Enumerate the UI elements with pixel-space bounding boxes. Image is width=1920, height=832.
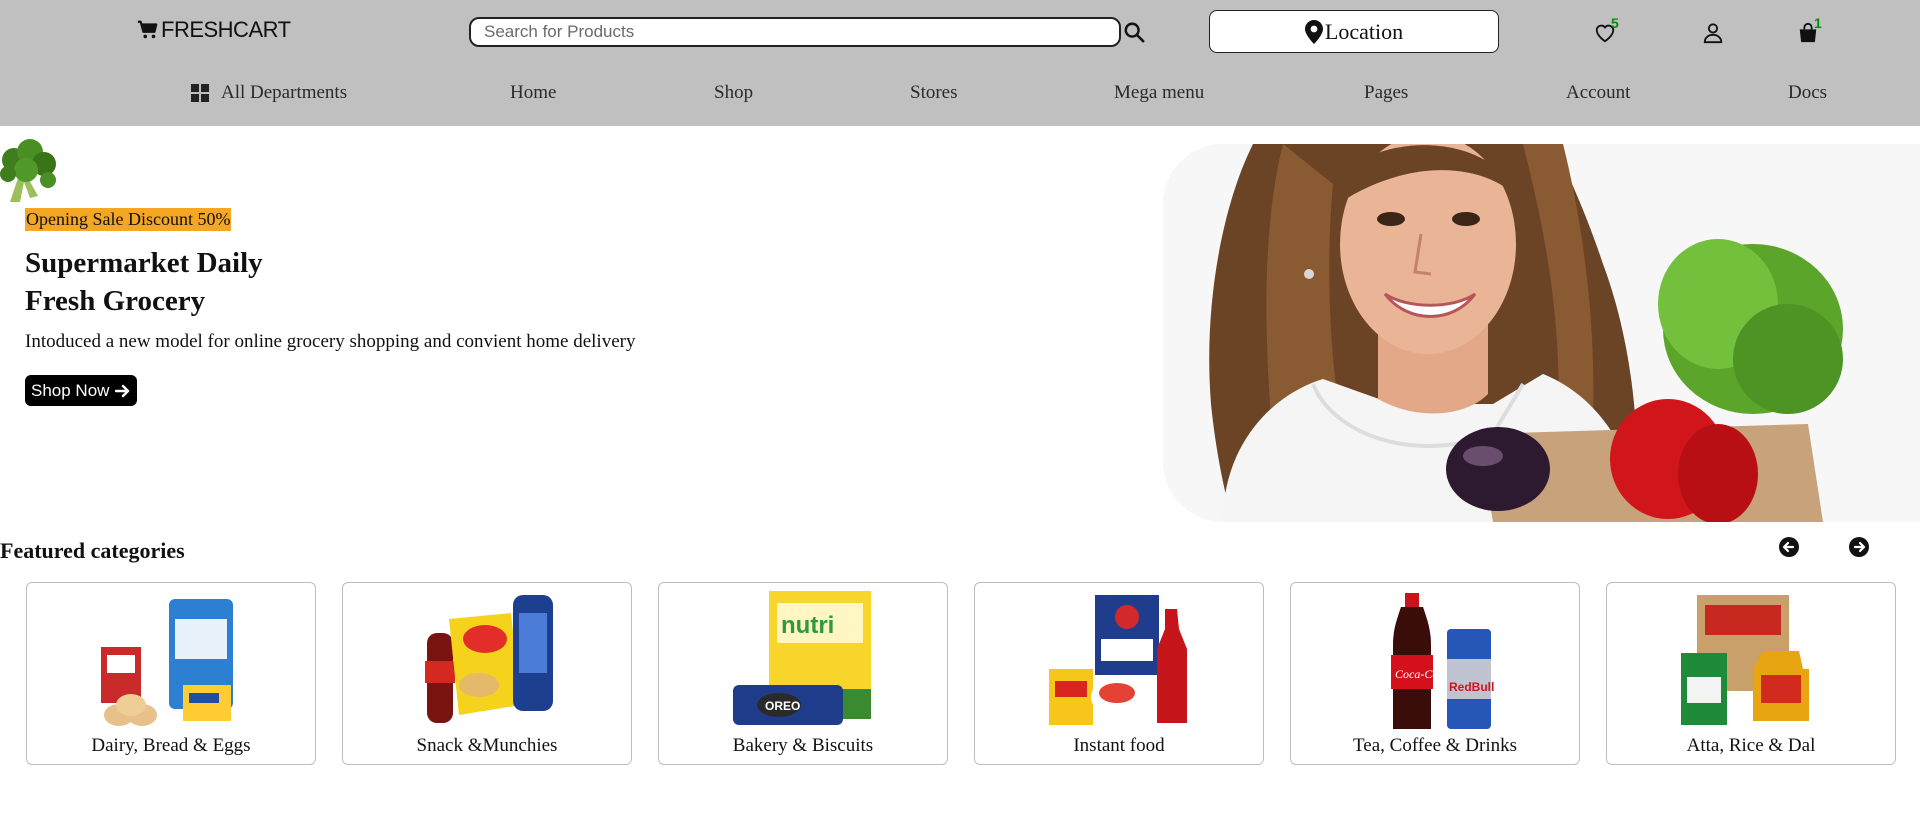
user-icon bbox=[1703, 23, 1723, 44]
hero-title: Supermarket Daily Fresh Grocery bbox=[25, 244, 263, 320]
category-card[interactable]: Atta, Rice & Dal bbox=[1606, 582, 1896, 765]
hero-title-line-1: Supermarket Daily bbox=[25, 247, 263, 279]
category-card[interactable]: Instant food bbox=[974, 582, 1264, 765]
grid-icon bbox=[191, 84, 209, 102]
category-label: Dairy, Bread & Eggs bbox=[91, 735, 251, 756]
arrow-right-icon bbox=[115, 384, 130, 397]
cart-button[interactable]: 1 bbox=[1797, 15, 1827, 46]
wishlist-button[interactable]: 5 bbox=[1594, 15, 1624, 46]
featured-categories-title: Featured categories bbox=[0, 538, 185, 563]
svg-text:nutri: nutri bbox=[781, 612, 834, 639]
category-card[interactable]: Dairy, Bread & Eggs bbox=[26, 582, 316, 765]
shop-now-label: Shop Now bbox=[31, 380, 110, 400]
woman-with-groceries-image bbox=[1163, 144, 1920, 522]
hero-image bbox=[1163, 144, 1920, 522]
carousel-prev-button[interactable] bbox=[1778, 536, 1800, 558]
shop-now-button[interactable]: Shop Now bbox=[25, 375, 138, 406]
nav-home[interactable]: Home bbox=[510, 82, 556, 104]
svg-text:Coca-Cola: Coca-Cola bbox=[1395, 667, 1448, 681]
cart-count-badge: 1 bbox=[1814, 15, 1822, 31]
nav-docs[interactable]: Docs bbox=[1788, 82, 1827, 104]
nav-shop[interactable]: Shop bbox=[714, 82, 753, 104]
logo-text: FRESHCART bbox=[161, 17, 291, 42]
category-card[interactable]: Coca-Cola RedBull Tea, Coffee & Drinks bbox=[1290, 582, 1580, 765]
category-card[interactable]: nutri OREO Bakery & Biscuits bbox=[658, 582, 948, 765]
cart-logo-icon bbox=[137, 20, 158, 39]
category-label: Bakery & Biscuits bbox=[732, 735, 874, 756]
main-navigation: All Departments Home Shop Stores Mega me… bbox=[0, 80, 1920, 110]
map-pin-icon bbox=[1304, 19, 1323, 44]
svg-text:OREO: OREO bbox=[765, 699, 800, 713]
hero-description: Intoduced a new model for online grocery… bbox=[25, 331, 636, 352]
category-label: Tea, Coffee & Drinks bbox=[1353, 735, 1517, 756]
location-label: Location bbox=[1324, 18, 1404, 44]
instant-food-image bbox=[1049, 595, 1187, 725]
nav-pages[interactable]: Pages bbox=[1364, 82, 1408, 104]
dairy-products-image bbox=[101, 599, 233, 726]
broccoli-image bbox=[0, 139, 56, 202]
category-label: Atta, Rice & Dal bbox=[1686, 735, 1816, 756]
search-button[interactable] bbox=[1121, 19, 1147, 45]
account-button[interactable] bbox=[1702, 18, 1732, 46]
search-icon bbox=[1124, 22, 1145, 43]
hero-title-line-2: Fresh Grocery bbox=[25, 285, 206, 317]
category-carousel: Dairy, Bread & Eggs Snack &Munchies nutr… bbox=[26, 582, 1896, 766]
logo[interactable]: FRESHCART bbox=[137, 17, 291, 43]
arrow-left-circle-icon bbox=[1779, 537, 1799, 557]
category-label: Snack &Munchies bbox=[416, 735, 558, 756]
category-label: Instant food bbox=[1073, 735, 1165, 756]
nav-stores[interactable]: Stores bbox=[910, 82, 958, 104]
drinks-image: Coca-Cola RedBull bbox=[1391, 593, 1494, 729]
nav-mega-menu[interactable]: Mega menu bbox=[1114, 82, 1204, 104]
carousel-next-button[interactable] bbox=[1848, 536, 1870, 558]
svg-text:RedBull: RedBull bbox=[1449, 680, 1494, 694]
arrow-right-circle-icon bbox=[1849, 537, 1869, 557]
atta-rice-dal-image bbox=[1681, 595, 1809, 725]
wishlist-count-badge: 5 bbox=[1611, 15, 1619, 31]
search-input[interactable] bbox=[469, 17, 1121, 47]
nav-label: All Departments bbox=[221, 82, 348, 103]
category-card[interactable]: Snack &Munchies bbox=[342, 582, 632, 765]
snacks-image bbox=[425, 595, 553, 723]
location-button[interactable]: Location bbox=[1209, 10, 1499, 53]
bakery-biscuits-image: nutri OREO bbox=[733, 591, 871, 725]
nav-all-departments[interactable]: All Departments bbox=[191, 82, 347, 104]
sale-badge: Opening Sale Discount 50% bbox=[25, 208, 232, 231]
top-header: FRESHCART Location 5 1 bbox=[0, 0, 1920, 126]
nav-account[interactable]: Account bbox=[1566, 82, 1630, 104]
